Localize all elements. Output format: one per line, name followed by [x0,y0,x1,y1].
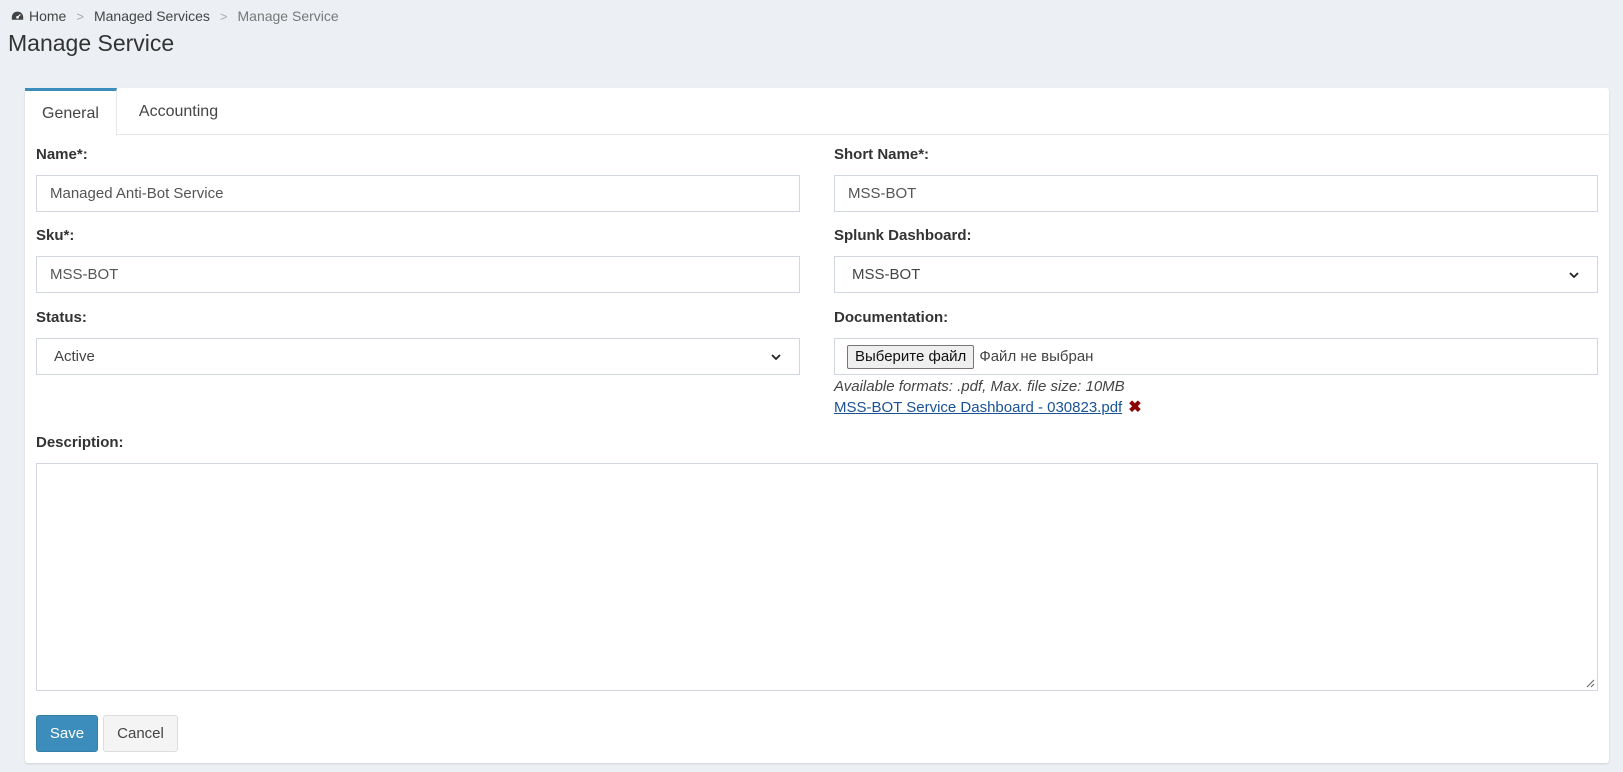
chevron-down-icon [1569,271,1579,278]
name-input[interactable] [36,175,800,212]
cancel-button[interactable]: Cancel [103,715,178,752]
tab-bar: General Accounting [25,88,1609,136]
documentation-label: Documentation: [834,309,949,326]
splunk-dashboard-selected-value: MSS-BOT [852,266,921,283]
breadcrumb-current: Manage Service [237,8,339,24]
tab-general[interactable]: General [25,88,117,136]
current-document: MSS-BOT Service Dashboard - 030823.pdf ✖ [834,399,1142,416]
splunk-dashboard-select[interactable]: MSS-BOT [834,256,1598,293]
resize-handle-icon[interactable] [1586,679,1595,688]
page-title: Manage Service [8,30,175,56]
remove-document-icon[interactable]: ✖ [1128,399,1141,416]
service-form-panel: General Accounting Name*: Short Name*: S… [25,88,1609,763]
file-status-text: Файл не выбран [979,348,1094,365]
dashboard-icon [11,11,24,20]
breadcrumb-managed-services-link[interactable]: Managed Services [94,8,210,24]
status-label: Status: [36,309,87,326]
splunk-dashboard-label: Splunk Dashboard: [834,227,972,244]
sku-label: Sku*: [36,227,75,244]
short-name-input[interactable] [834,175,1598,212]
sku-input[interactable] [36,256,800,293]
documentation-help-text: Available formats: .pdf, Max. file size:… [834,378,1125,395]
choose-file-button[interactable]: Выберите файл [847,344,975,369]
description-textarea[interactable] [36,463,1598,691]
breadcrumb-separator: > [219,8,228,24]
chevron-down-icon [771,353,781,360]
document-download-link[interactable]: MSS-BOT Service Dashboard - 030823.pdf [834,399,1122,416]
status-selected-value: Active [54,348,95,365]
description-label: Description: [36,434,124,451]
documentation-file-input[interactable]: Выберите файл Файл не выбран [834,338,1598,375]
status-select[interactable]: Active [36,338,800,375]
short-name-label: Short Name*: [834,146,930,163]
save-button[interactable]: Save [36,715,98,752]
breadcrumb-home-link[interactable]: Home [29,8,66,24]
tab-accounting[interactable]: Accounting [117,88,235,135]
name-label: Name*: [36,146,88,163]
breadcrumb: Home > Managed Services > Manage Service [11,8,339,24]
breadcrumb-separator: > [76,8,84,24]
